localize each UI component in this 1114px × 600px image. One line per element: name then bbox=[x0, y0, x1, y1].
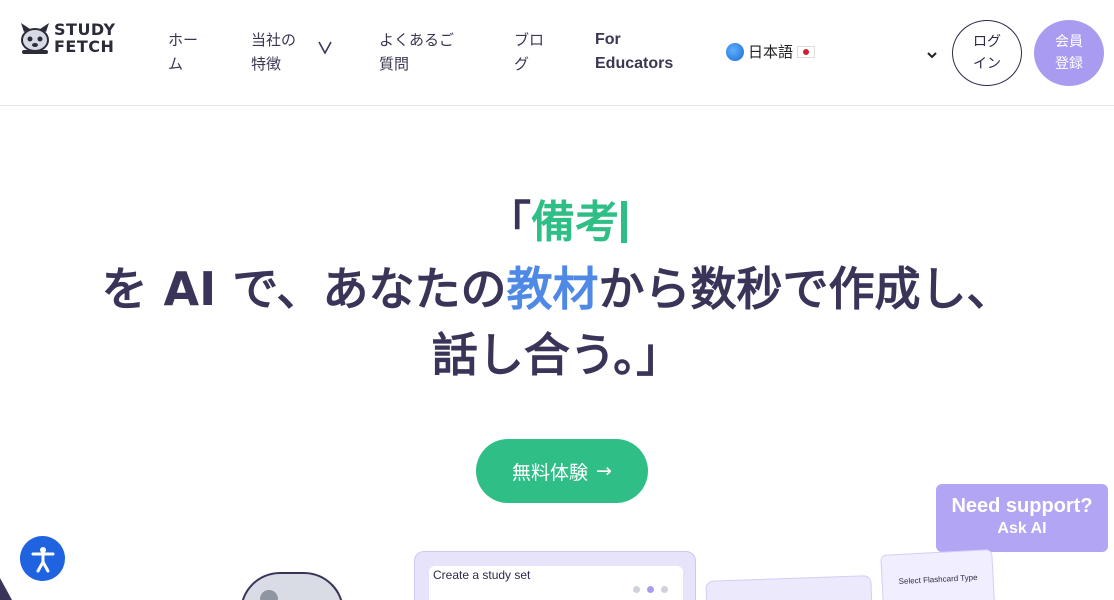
step-dot-active bbox=[647, 586, 654, 593]
dog-mascot-icon bbox=[18, 20, 52, 56]
hero-line-1: 「備考 bbox=[0, 190, 1114, 256]
hero-open-bracket: 「 bbox=[487, 197, 531, 248]
nav-link-for-educators[interactable]: For Educators bbox=[595, 28, 685, 76]
support-widget[interactable]: Need support? Ask AI bbox=[936, 484, 1108, 552]
support-subtitle: Ask AI bbox=[997, 520, 1047, 537]
login-button-label: ログイン bbox=[973, 34, 1001, 72]
logo-wordmark: STUDY FETCH bbox=[54, 21, 116, 55]
nav-link-faq[interactable]: よくあるご質問 bbox=[379, 28, 459, 76]
decorative-corner bbox=[0, 578, 12, 600]
hero-highlight-word: 教材 bbox=[506, 262, 599, 316]
hero-line-3: 話し合う。」 bbox=[431, 328, 683, 382]
flashcard-type-label: Select Flashcard Type bbox=[898, 572, 978, 587]
logo-line-2: FETCH bbox=[54, 37, 115, 56]
signup-button[interactable]: 会員登録 bbox=[1034, 20, 1104, 86]
top-navigation: STUDY FETCH ホーム 当社の特徴 よくあるご質問 ブログ For Ed… bbox=[0, 0, 1114, 106]
hero-line-2-part-1: を AI で、あなたの bbox=[101, 262, 507, 316]
step-dot bbox=[661, 586, 668, 593]
hero-typed-word: 備考 bbox=[531, 197, 619, 248]
globe-icon bbox=[726, 42, 744, 61]
support-title: Need support? bbox=[951, 495, 1093, 517]
study-set-preview-card: Create a study set bbox=[414, 551, 696, 600]
mascot-illustration bbox=[240, 572, 344, 600]
step-indicator bbox=[633, 586, 668, 593]
login-button[interactable]: ログイン bbox=[952, 20, 1022, 86]
nav-link-home[interactable]: ホーム bbox=[168, 28, 204, 76]
logo-line-1: STUDY bbox=[54, 20, 116, 39]
accessibility-icon bbox=[31, 546, 54, 572]
language-label: 日本語 bbox=[748, 43, 794, 61]
mascot-eye bbox=[260, 590, 278, 600]
free-trial-label: 無料体験 bbox=[512, 461, 589, 484]
typing-cursor bbox=[621, 201, 627, 243]
chevron-down-icon[interactable] bbox=[926, 46, 938, 59]
studyfetch-logo[interactable]: STUDY FETCH bbox=[18, 18, 128, 58]
hero-line-2-part-2: から数秒で作成し、 bbox=[598, 262, 1013, 316]
preview-card-middle bbox=[705, 575, 873, 600]
chevron-down-icon[interactable] bbox=[316, 38, 334, 56]
nav-link-blog[interactable]: ブログ bbox=[514, 28, 548, 76]
language-selector[interactable]: 日本語 bbox=[726, 41, 816, 62]
flashcard-type-preview-card: Select Flashcard Type bbox=[880, 549, 996, 600]
free-trial-button[interactable]: 無料体験 → bbox=[476, 439, 648, 503]
signup-button-label: 会員登録 bbox=[1055, 34, 1083, 72]
study-set-card-title: Create a study set bbox=[433, 568, 531, 582]
nav-link-features[interactable]: 当社の特徴 bbox=[251, 28, 301, 76]
step-dot bbox=[633, 586, 640, 593]
hero-headline: 「備考 を AI で、あなたの教材から数秒で作成し、 話し合う。」 bbox=[0, 190, 1114, 388]
arrow-right-icon: → bbox=[596, 460, 612, 482]
hero-line-2: を AI で、あなたの教材から数秒で作成し、 bbox=[0, 256, 1114, 322]
japan-flag-icon bbox=[797, 45, 816, 58]
accessibility-button[interactable] bbox=[20, 536, 65, 581]
